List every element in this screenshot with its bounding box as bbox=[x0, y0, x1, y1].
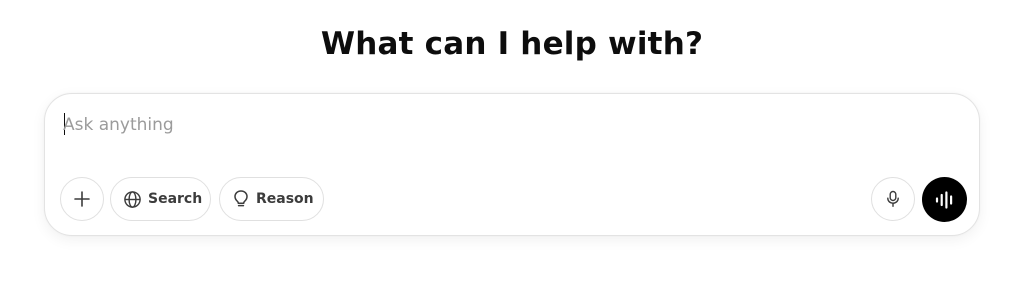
chat-home-page: What can I help with? Search bbox=[0, 0, 1024, 300]
page-title: What can I help with? bbox=[320, 26, 704, 62]
voice-waveform-icon bbox=[934, 190, 956, 210]
globe-icon bbox=[123, 190, 142, 209]
reason-button-label: Reason bbox=[256, 191, 314, 207]
reason-button[interactable]: Reason bbox=[219, 177, 324, 221]
prompt-composer[interactable]: Search Reason bbox=[44, 93, 980, 236]
add-attachment-button[interactable] bbox=[60, 177, 104, 221]
prompt-input[interactable] bbox=[63, 111, 943, 139]
lightbulb-icon bbox=[232, 189, 250, 209]
microphone-icon bbox=[885, 190, 901, 208]
plus-icon bbox=[73, 190, 91, 208]
voice-mode-button[interactable] bbox=[922, 177, 967, 222]
search-button[interactable]: Search bbox=[110, 177, 211, 221]
search-button-label: Search bbox=[148, 191, 203, 207]
dictate-button[interactable] bbox=[871, 177, 915, 221]
